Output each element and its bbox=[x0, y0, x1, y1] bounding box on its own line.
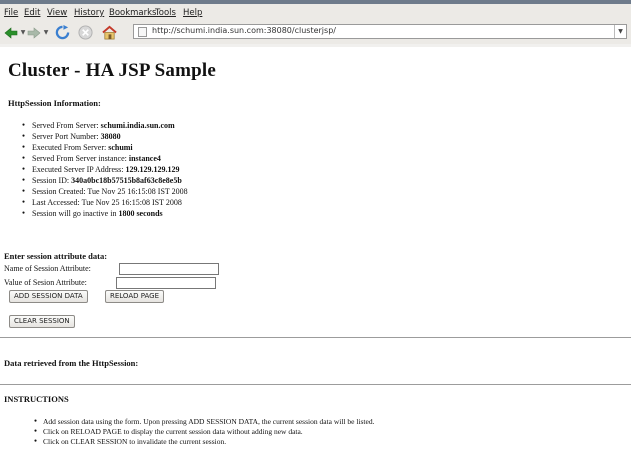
page-content: Cluster - HA JSP Sample HttpSession Info… bbox=[0, 47, 631, 453]
menu-file[interactable]: File bbox=[4, 8, 18, 18]
clear-session-button[interactable]: CLEAR SESSION bbox=[9, 315, 75, 328]
page-title: Cluster - HA JSP Sample bbox=[8, 60, 216, 81]
home-icon[interactable] bbox=[99, 24, 119, 41]
reload-icon[interactable] bbox=[53, 24, 71, 41]
menu-bookmarks[interactable]: Bookmarks bbox=[109, 8, 157, 18]
navigation-toolbar: ▼ ▼ http://schumi.india.sun.com:38080/cl… bbox=[0, 21, 631, 45]
form-heading: Enter session attribute data: bbox=[4, 251, 108, 261]
attribute-name-input[interactable] bbox=[119, 263, 219, 275]
menu-bar: File Edit View History Bookmarks Tools H… bbox=[0, 4, 631, 21]
divider bbox=[0, 384, 631, 385]
url-bar[interactable]: http://schumi.india.sun.com:38080/cluste… bbox=[133, 24, 627, 39]
instructions-heading: INSTRUCTIONS bbox=[4, 394, 69, 404]
menu-help[interactable]: Help bbox=[183, 8, 202, 18]
menu-view[interactable]: View bbox=[47, 8, 67, 18]
session-id-item: Session ID: 340a0bc18b57515b8af63c8e8e5b bbox=[22, 175, 188, 186]
menu-edit[interactable]: Edit bbox=[24, 8, 40, 18]
session-created-item: Session Created: Tue Nov 25 16:15:08 IST… bbox=[22, 186, 188, 197]
instructions-list: Add session data using the form. Upon pr… bbox=[34, 417, 374, 447]
server-ip-item: Executed Server IP Address: 129.129.129.… bbox=[22, 164, 188, 175]
server-port-item: Server Port Number: 38080 bbox=[22, 131, 188, 142]
executed-from-server-item: Executed From Server: schumi bbox=[22, 142, 188, 153]
stop-icon[interactable] bbox=[76, 24, 94, 41]
page-favicon-icon bbox=[138, 27, 147, 37]
instruction-item: Click on CLEAR SESSION to invalidate the… bbox=[34, 437, 374, 447]
url-history-dropdown-icon[interactable]: ▼ bbox=[614, 25, 626, 38]
attribute-value-label: Value of Sesion Attribute: bbox=[4, 278, 87, 287]
add-session-data-button[interactable]: ADD SESSION DATA bbox=[9, 290, 88, 303]
inactive-timeout-item: Session will go inactive in 1800 seconds bbox=[22, 208, 188, 219]
back-arrow-icon[interactable] bbox=[3, 24, 19, 41]
httpsession-info-heading: HttpSession Information: bbox=[8, 98, 101, 108]
retrieved-data-heading: Data retrieved from the HttpSession: bbox=[4, 358, 139, 368]
attribute-value-input[interactable] bbox=[116, 277, 216, 289]
menu-tools[interactable]: Tools bbox=[155, 8, 176, 18]
reload-page-button[interactable]: RELOAD PAGE bbox=[105, 290, 165, 303]
url-text[interactable]: http://schumi.india.sun.com:38080/cluste… bbox=[152, 26, 336, 35]
forward-history-dropdown-icon[interactable]: ▼ bbox=[43, 24, 49, 41]
served-from-server-item: Served From Server: schumi.india.sun.com bbox=[22, 120, 188, 131]
last-accessed-item: Last Accessed: Tue Nov 25 16:15:08 IST 2… bbox=[22, 197, 188, 208]
instruction-item: Click on RELOAD PAGE to display the curr… bbox=[34, 427, 374, 437]
forward-arrow-icon[interactable] bbox=[26, 24, 42, 41]
attribute-name-label: Name of Session Attribute: bbox=[4, 264, 91, 273]
instruction-item: Add session data using the form. Upon pr… bbox=[34, 417, 374, 427]
session-info-list: Served From Server: schumi.india.sun.com… bbox=[22, 120, 188, 219]
menu-history[interactable]: History bbox=[74, 8, 104, 18]
divider bbox=[0, 337, 631, 338]
server-instance-item: Served From Server instance: instance4 bbox=[22, 153, 188, 164]
